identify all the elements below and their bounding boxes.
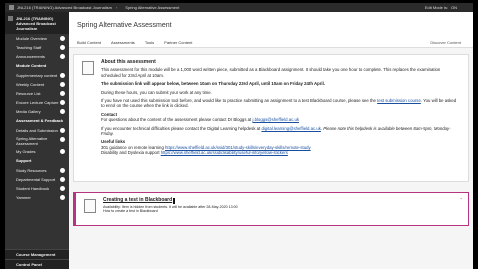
sidebar-item-label: Details and Submission: [16, 128, 58, 133]
item-paragraph: During these hours, you can submit your …: [101, 89, 212, 95]
options-circle-icon[interactable]: [60, 195, 65, 200]
sidebar-heading-support: Support: [16, 158, 32, 163]
top-breadcrumb-bar: JNL216 (TRAINING) Advanced Broadcast Jou…: [5, 3, 473, 12]
options-circle-icon[interactable]: [60, 91, 65, 96]
test-icon: [84, 199, 96, 213]
options-circle-icon[interactable]: [60, 36, 65, 41]
menu-toggle-icon[interactable]: [8, 16, 13, 21]
options-circle-icon[interactable]: [60, 149, 65, 154]
sidebar-item-media-gallery[interactable]: Media Gallery: [5, 107, 69, 116]
sidebar-item-label: Study Resources: [16, 168, 47, 173]
options-circle-icon[interactable]: [60, 168, 65, 173]
options-circle-icon[interactable]: [60, 177, 65, 182]
partner-content-menu[interactable]: Partner Content: [164, 40, 192, 45]
sidebar-item-label: My Grades: [16, 149, 36, 154]
sidebar-item-module-overview[interactable]: Module Overview: [5, 34, 69, 43]
sidebar-item-label: Module Overview: [16, 36, 47, 41]
edit-mode-state: ON: [451, 5, 457, 10]
sidebar-item-label: Departmental Support: [16, 177, 56, 182]
submission-window-notice: The submission link will appear below, b…: [101, 81, 325, 87]
sidebar-item-label: Spring Alternative Assessment: [16, 136, 48, 146]
screen: JNL216 (TRAINING) Advanced Broadcast Jou…: [0, 0, 478, 269]
edit-mode-label: Edit Mode is:: [424, 5, 448, 10]
remote-learning-link[interactable]: https://www.sheffield.ac.uk/ssid/301/stu…: [165, 145, 311, 150]
sidebar-item-label: Student Handbook: [16, 186, 50, 191]
home-icon[interactable]: [9, 5, 14, 10]
sidebar-item-label: Resource List: [16, 91, 41, 96]
content-header: Spring Alternative Assessment Build Cont…: [69, 12, 473, 48]
chevron-up-icon[interactable]: ⌃: [460, 197, 463, 202]
sidebar-item-student-handbook[interactable]: Student Handbook: [5, 184, 69, 193]
item-paragraph: This assessment for this module will be …: [101, 67, 441, 78]
item-paragraph: If you have not used this submission too…: [101, 98, 457, 109]
sidebar-item-details-and-submission[interactable]: Details and Submission: [5, 126, 69, 135]
sidebar-item-label: Teaching Staff: [16, 45, 42, 50]
options-circle-icon[interactable]: [60, 45, 65, 50]
options-circle-icon[interactable]: [60, 109, 65, 114]
test-submission-link[interactable]: test submission course: [377, 98, 421, 103]
sidebar-heading-module-content: Module Content: [16, 63, 47, 68]
sidebar-item-spring-alternative-assessment[interactable]: Spring Alternative Assessment: [5, 135, 69, 147]
sidebar-item-label: Media Gallery: [16, 109, 41, 114]
page-title: Spring Alternative Assessment: [77, 22, 172, 29]
contact-email-link[interactable]: j.bloggs@sheffield.ac.uk: [252, 117, 299, 122]
document-icon: [82, 61, 94, 75]
options-circle-icon[interactable]: [60, 137, 65, 142]
control-panel-link[interactable]: Control Panel: [5, 259, 69, 269]
mouse-cursor-icon: [173, 198, 175, 204]
useful-link-row: Disability and Dyslexia support https://…: [101, 150, 288, 156]
breadcrumb-page[interactable]: Spring Alternative Assessment: [125, 5, 179, 10]
options-circle-icon[interactable]: [60, 128, 65, 133]
sidebar-item-yammer[interactable]: Yammer: [5, 193, 69, 202]
options-circle-icon[interactable]: [60, 100, 65, 105]
options-circle-icon[interactable]: [60, 73, 65, 78]
tools-menu[interactable]: Tools: [145, 40, 154, 45]
sidebar-item-label: Weekly Content: [16, 82, 45, 87]
build-content-menu[interactable]: Build Content: [77, 40, 101, 45]
sidebar-item-label: Announcements: [16, 54, 45, 59]
disability-support-link[interactable]: https://www.sheffield.ac.uk/ssid/disabil…: [161, 150, 288, 155]
sidebar-item-label: Supplementary content: [16, 73, 58, 78]
course-menu-title[interactable]: JNL216 (TRAINING) Advanced Broadcast Jou…: [5, 12, 69, 34]
sidebar-item-announcements[interactable]: Announcements: [5, 52, 69, 61]
sidebar-item-departmental-support[interactable]: Departmental Support: [5, 175, 69, 184]
helpdesk-email-link[interactable]: digital.learning@sheffield.ac.uk: [261, 126, 320, 131]
edit-mode-toggle[interactable]: Edit Mode is: ON: [425, 5, 457, 10]
item-title-link[interactable]: Creating a test in Blackboard: [103, 198, 458, 203]
sidebar-item-teaching-staff[interactable]: Teaching Staff: [5, 43, 69, 52]
sidebar-item-encore-lecture-capture[interactable]: Encore Lecture Capture: [5, 98, 69, 107]
helpdesk-text: If you encounter technical difficulties …: [101, 125, 451, 137]
sidebar-item-resource-list[interactable]: Resource List: [5, 89, 69, 98]
sidebar-item-my-grades[interactable]: My Grades: [5, 147, 69, 156]
sidebar-item-label: Encore Lecture Capture: [16, 100, 59, 105]
sidebar-management: Course Management Control Panel: [5, 249, 69, 269]
content-item-about-assessment: About this assessment This assessment fo…: [73, 54, 469, 182]
course-management-link[interactable]: Course Management: [5, 249, 69, 259]
sidebar-item-study-resources[interactable]: Study Resources: [5, 166, 69, 175]
sidebar-item-weekly-content[interactable]: Weekly Content: [5, 80, 69, 89]
options-circle-icon[interactable]: [60, 82, 65, 87]
course-menu-sidebar: JNL216 (TRAINING) Advanced Broadcast Jou…: [5, 12, 69, 269]
options-circle-icon[interactable]: [60, 186, 65, 191]
item-description: How to create a test in Blackboard: [103, 209, 158, 214]
assessments-menu[interactable]: Assessments: [111, 40, 135, 45]
content-item-creating-test: Creating a test in Blackboard Availabili…: [73, 192, 469, 226]
content-toolbar: Build Content Assessments Tools Partner …: [77, 40, 192, 45]
sidebar-item-supplementary-content[interactable]: Supplementary content: [5, 71, 69, 80]
discover-content-button[interactable]: Discover Content: [430, 40, 461, 45]
breadcrumb-separator-icon: ›: [115, 5, 118, 10]
sidebar-item-label: Yammer: [16, 195, 31, 200]
content-area: Spring Alternative Assessment Build Cont…: [69, 12, 473, 269]
breadcrumb-course[interactable]: JNL216 (TRAINING) Advanced Broadcast Jou…: [17, 5, 112, 10]
contact-text: For questions about the content of the a…: [101, 117, 300, 123]
options-circle-icon[interactable]: [60, 54, 65, 59]
item-title[interactable]: About this assessment: [101, 59, 458, 65]
sidebar-heading-assessment: Assessment & Feedback: [16, 118, 64, 123]
